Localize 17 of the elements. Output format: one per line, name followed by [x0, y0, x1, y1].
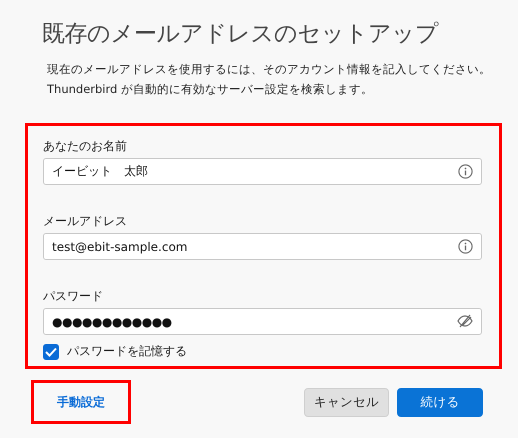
page-title: 既存のメールアドレスのセットアップ	[42, 20, 440, 49]
field-label: パスワード	[43, 288, 104, 304]
input-field[interactable]: ●●●●●●●●●●●●	[43, 308, 482, 335]
info-icon	[458, 164, 473, 179]
checkbox[interactable]	[43, 344, 59, 360]
checkbox-label: パスワードを記憶する	[67, 343, 187, 360]
info-icon	[458, 239, 473, 254]
field-label: あなたのお名前	[43, 138, 128, 154]
input-field[interactable]: イービット 太郎	[43, 158, 482, 185]
field-label: メールアドレス	[43, 213, 128, 229]
manual-setup-link[interactable]: 手動設定	[57, 394, 105, 410]
cancel-button[interactable]: キャンセル	[304, 388, 389, 416]
description-text: Thunderbird が自動的に有効なサーバー設定を検索します。	[47, 81, 374, 97]
input-field[interactable]: test@ebit-sample.com	[43, 233, 482, 260]
description-text: 現在のメールアドレスを使用するには、そのアカウント情報を記入してください。	[47, 61, 492, 77]
continue-button[interactable]: 続ける	[397, 388, 483, 416]
hidden-eye-icon[interactable]	[457, 314, 473, 328]
